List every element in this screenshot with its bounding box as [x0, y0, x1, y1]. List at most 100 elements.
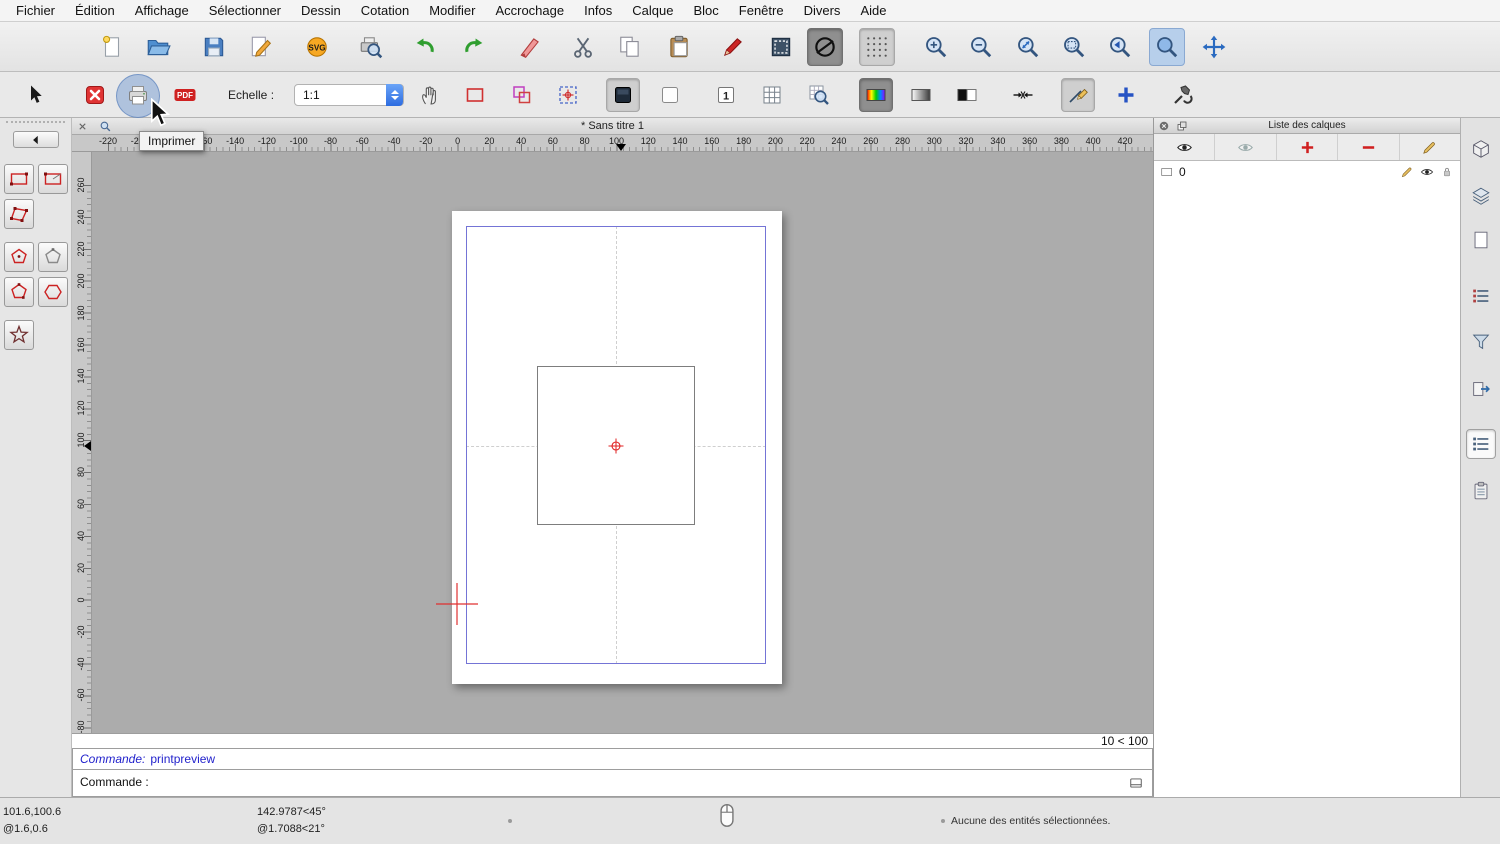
zoom-select-button[interactable] — [1056, 28, 1092, 66]
star-tool-button[interactable] — [4, 320, 34, 350]
rect-corner-tool-button[interactable] — [38, 164, 68, 194]
edit-layer-icon — [1421, 139, 1438, 156]
layer-checkbox-icon[interactable] — [1160, 165, 1174, 179]
close-tab-icon[interactable] — [77, 121, 88, 132]
layer-lock-icon[interactable] — [1440, 165, 1454, 179]
close-red-button[interactable] — [78, 78, 112, 112]
command-window-toggle-icon[interactable] — [1128, 776, 1144, 790]
one-box-button[interactable]: 1 — [709, 78, 743, 112]
remove-layer-button[interactable] — [1338, 134, 1400, 160]
edit-document-button[interactable] — [243, 28, 279, 66]
filter-funnel-panel-button[interactable] — [1466, 327, 1496, 357]
snap-grid-dots-button[interactable] — [859, 28, 895, 66]
menu-selectionner[interactable]: Sélectionner — [199, 0, 291, 22]
zoom-in-button[interactable] — [918, 28, 954, 66]
overlapping-rects-button[interactable] — [505, 78, 539, 112]
tab-title[interactable]: * Sans titre 1 — [581, 120, 644, 132]
select-window-button[interactable] — [763, 28, 799, 66]
line-attributes-button[interactable] — [1061, 78, 1095, 112]
menu-bloc[interactable]: Bloc — [683, 0, 728, 22]
polygon-inactive-tool-button[interactable] — [38, 242, 68, 272]
open-file-button[interactable] — [140, 28, 176, 66]
tools-hammer-button[interactable] — [1166, 78, 1200, 112]
collapse-panel-button[interactable] — [13, 131, 59, 148]
entity-list-panel-button[interactable] — [1466, 429, 1496, 459]
menu-affichage[interactable]: Affichage — [125, 0, 199, 22]
layer-pencil-icon[interactable] — [1400, 165, 1414, 179]
clipboard-panel-panel-button[interactable] — [1466, 476, 1496, 506]
vertical-ruler: 260 240 220 200 180 160 140 120 100 80 60 40 20 0 -20-… — [72, 152, 92, 733]
statusbar: 101.6,100.6 @1.6,0.6 142.9787<45° @1.708… — [0, 797, 1500, 844]
zoom-grid-button[interactable] — [802, 78, 836, 112]
edit-layer-button[interactable] — [1400, 134, 1460, 160]
polygon-corner-corner-tool-button[interactable] — [4, 277, 34, 307]
paste-button[interactable] — [661, 28, 697, 66]
draft-dark-box-button[interactable] — [606, 78, 640, 112]
view-previous-button[interactable] — [1102, 28, 1138, 66]
scale-stepper[interactable] — [386, 84, 403, 106]
eye-open-button[interactable] — [1154, 134, 1216, 160]
origin-marker-button[interactable] — [551, 78, 585, 112]
export-page-panel-button[interactable] — [1466, 374, 1496, 404]
menu-modifier[interactable]: Modifier — [419, 0, 485, 22]
command-input[interactable]: Commande : — [72, 770, 1153, 797]
v-ruler-label: -40 — [76, 657, 86, 671]
float-panel-icon[interactable] — [1176, 120, 1188, 132]
menu-cotation[interactable]: Cotation — [351, 0, 419, 22]
property-list-panel-button[interactable] — [1466, 281, 1496, 311]
menu-aide[interactable]: Aide — [850, 0, 896, 22]
color-spectrum-icon — [864, 83, 888, 107]
draw-pen-button[interactable] — [715, 28, 751, 66]
blank-page-panel-button[interactable] — [1466, 225, 1496, 255]
scale-select[interactable]: 1:1 — [294, 84, 404, 106]
cut-button[interactable] — [565, 28, 601, 66]
rect-two-points-tool-button[interactable] — [4, 164, 34, 194]
copy-button[interactable] — [612, 28, 648, 66]
undo-button[interactable] — [407, 28, 443, 66]
tab-magnifier-icon[interactable] — [99, 120, 112, 133]
menu-accrochage[interactable]: Accrochage — [485, 0, 574, 22]
circle-off-button[interactable] — [807, 28, 843, 66]
zoom-out-button[interactable] — [963, 28, 999, 66]
cube-3d-panel-button[interactable] — [1466, 134, 1496, 164]
polygon-center-corner-tool-button[interactable] — [4, 242, 34, 272]
zoom-window-button[interactable] — [1149, 28, 1185, 66]
quad-four-points-tool-button[interactable] — [4, 199, 34, 229]
add-layer-button[interactable] — [1277, 134, 1339, 160]
h-ruler-label: 160 — [704, 136, 720, 146]
redo-button[interactable] — [456, 28, 492, 66]
grid-toggle-button[interactable] — [755, 78, 789, 112]
print-preview-button[interactable] — [353, 28, 389, 66]
eye-closed-button[interactable] — [1215, 134, 1277, 160]
gray-gradient-button[interactable] — [904, 78, 938, 112]
pan-icon — [1201, 34, 1227, 60]
drawing-canvas[interactable] — [92, 152, 1153, 733]
delete-entity-button[interactable] — [512, 28, 548, 66]
color-spectrum-button[interactable] — [859, 78, 893, 112]
svg-export-button[interactable]: SVG — [299, 28, 335, 66]
save-button[interactable] — [196, 28, 232, 66]
zoom-auto-button[interactable] — [1010, 28, 1046, 66]
layers-stack-panel-button[interactable] — [1466, 181, 1496, 211]
plus-blue-button[interactable] — [1109, 78, 1143, 112]
hand-pan-button[interactable] — [413, 78, 447, 112]
menu-fichier[interactable]: Fichier — [6, 0, 65, 22]
viewport-frame-button[interactable] — [458, 78, 492, 112]
menu-dessin[interactable]: Dessin — [291, 0, 351, 22]
panel-drag-handle[interactable] — [6, 121, 65, 127]
layer-row[interactable]: 0 — [1154, 161, 1460, 182]
converge-arrows-button[interactable] — [1006, 78, 1040, 112]
draft-white-box-button[interactable] — [653, 78, 687, 112]
menu-calque[interactable]: Calque — [622, 0, 683, 22]
new-document-button[interactable] — [94, 28, 130, 66]
pan-button[interactable] — [1196, 28, 1232, 66]
menu-fenetre[interactable]: Fenêtre — [729, 0, 794, 22]
menu-infos[interactable]: Infos — [574, 0, 622, 22]
polygon-side-tool-button[interactable] — [38, 277, 68, 307]
selection-arrow-button[interactable] — [18, 78, 52, 112]
bw-gradient-button[interactable] — [950, 78, 984, 112]
layer-eye-icon[interactable] — [1420, 165, 1434, 179]
menu-edition[interactable]: Édition — [65, 0, 125, 22]
close-panel-icon[interactable] — [1158, 120, 1170, 132]
menu-divers[interactable]: Divers — [794, 0, 851, 22]
